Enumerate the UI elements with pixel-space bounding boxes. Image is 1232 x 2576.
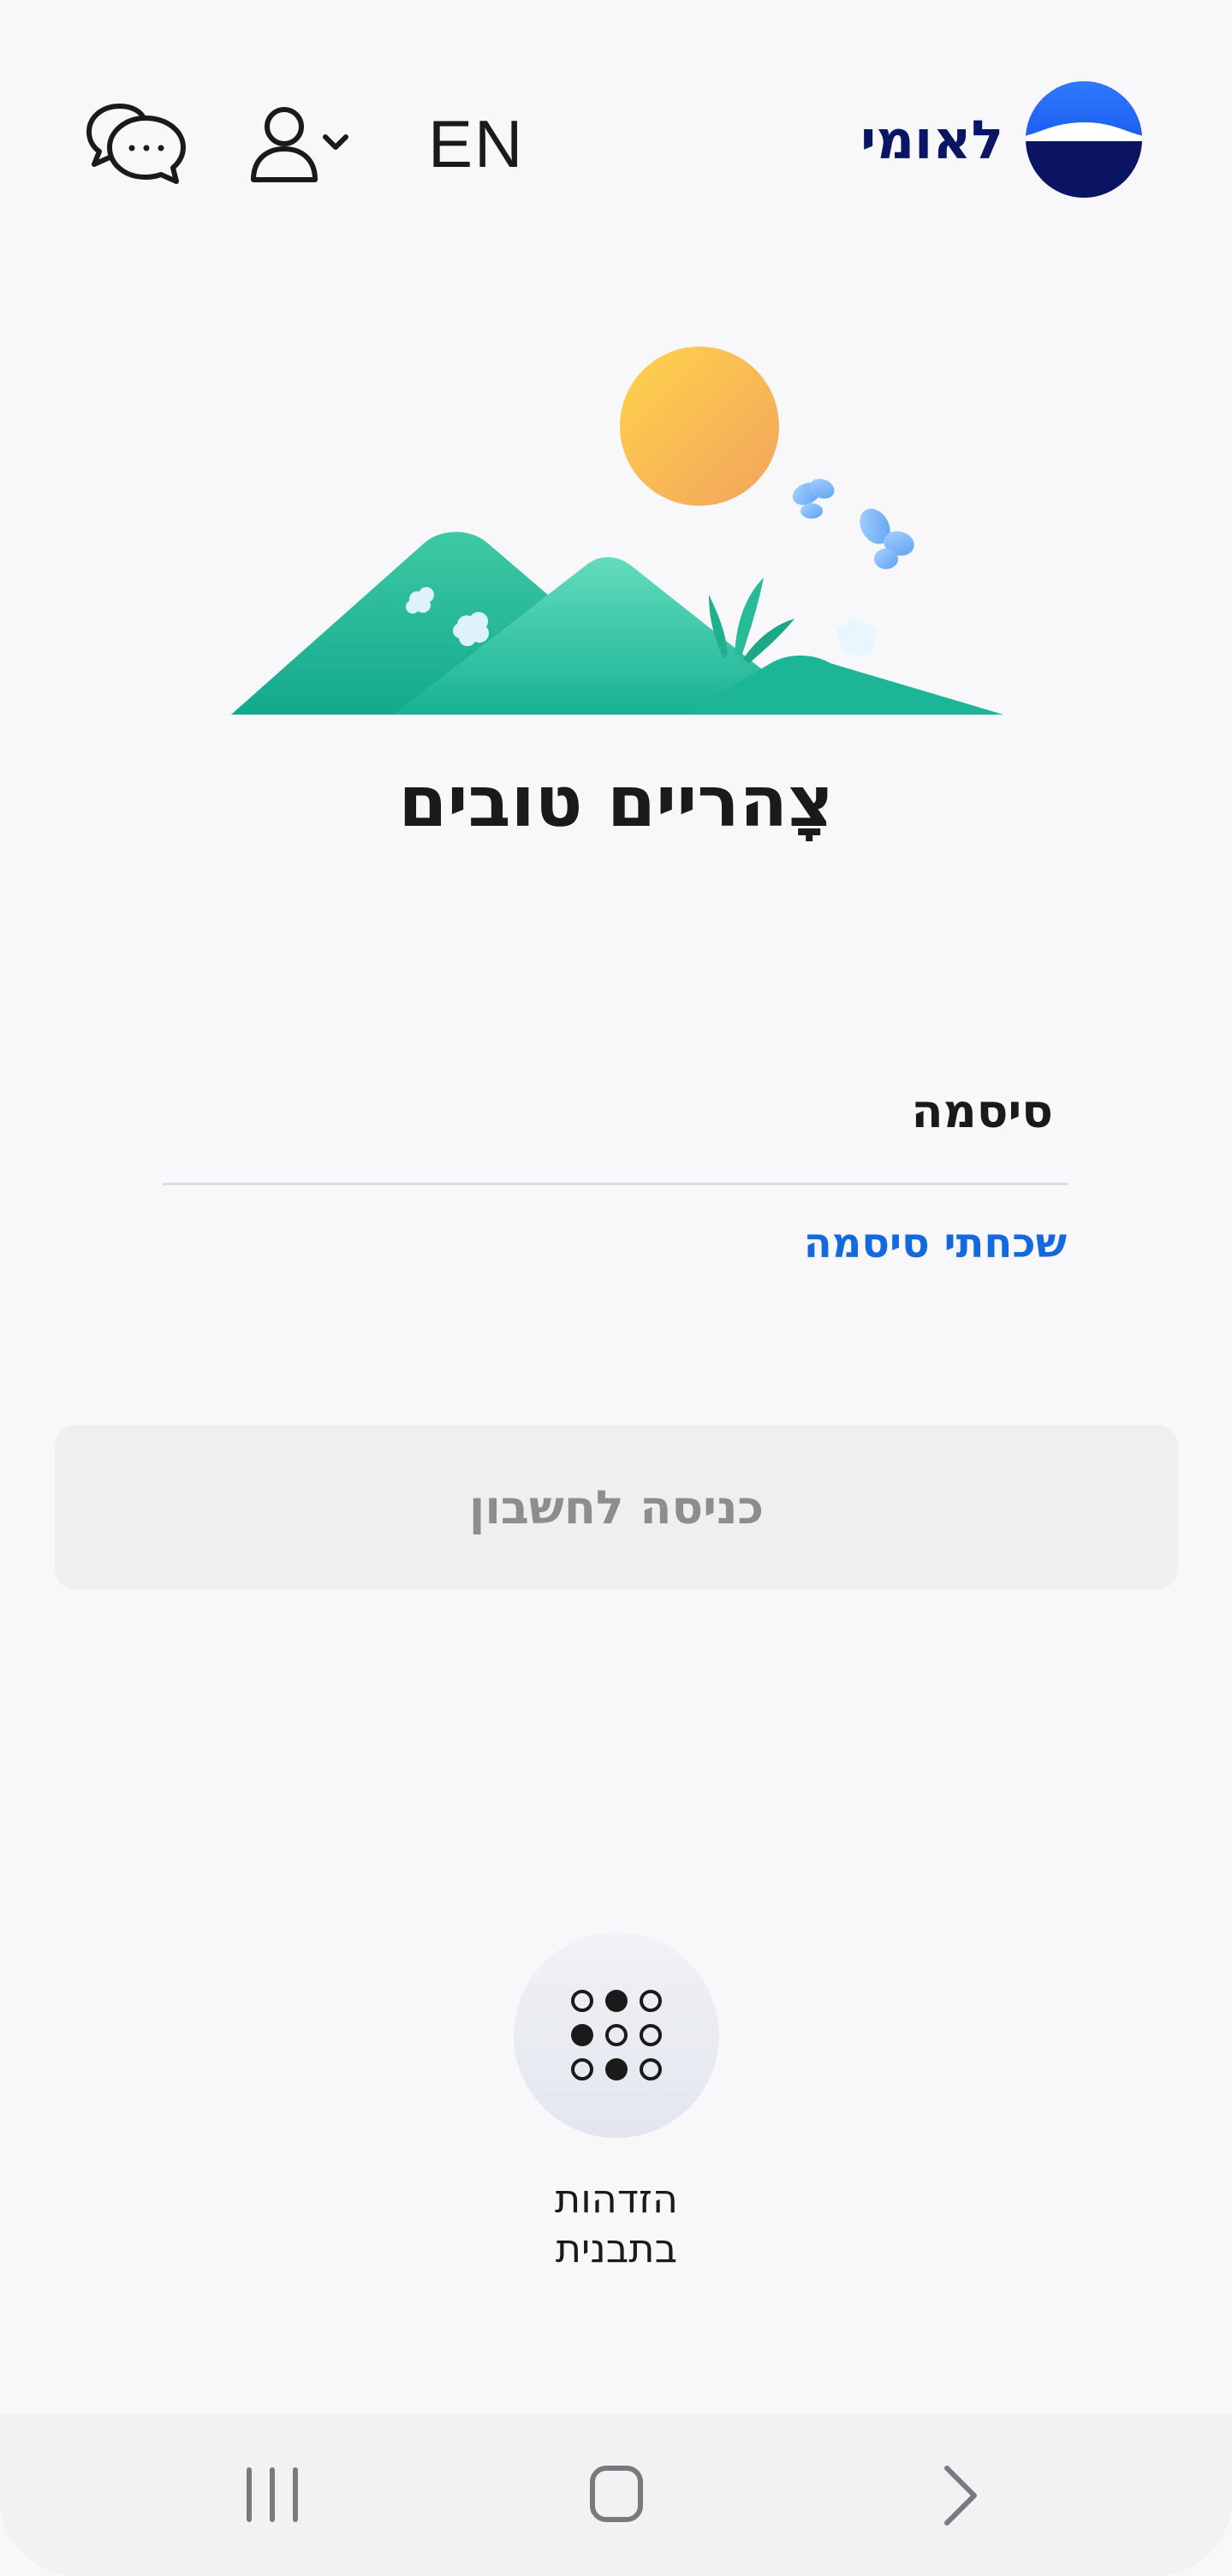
chevron-down-icon <box>323 134 348 150</box>
forgot-password-link[interactable]: שכחתי סיסמה <box>804 1220 1067 1267</box>
back-icon[interactable] <box>942 2463 981 2528</box>
user-icon[interactable] <box>247 101 366 187</box>
recent-apps-icon[interactable] <box>244 2466 301 2523</box>
pattern-login-label: הזדהות בתבנית <box>445 2174 788 2273</box>
password-field[interactable]: סיסמה <box>163 1074 1068 1185</box>
brand-name: לאומי <box>860 108 1003 171</box>
pattern-label-line1: הזדהות <box>555 2175 678 2222</box>
home-icon[interactable] <box>589 2463 644 2525</box>
language-toggle[interactable]: EN <box>428 101 524 187</box>
sun-icon <box>620 347 779 506</box>
chat-bubbles-icon[interactable] <box>82 94 193 188</box>
login-button[interactable]: כניסה לחשבון <box>55 1425 1178 1589</box>
login-screen: EN לאומי צָהריים טובים סיסמה שכחתי סיסמה… <box>0 0 1232 2576</box>
password-input[interactable] <box>163 1123 1068 1183</box>
pattern-label-line2: בתבנית <box>555 2225 678 2271</box>
greeting-title: צָהריים טובים <box>398 762 834 843</box>
pattern-grid-icon <box>571 1990 662 2080</box>
mountains-sun-illustration <box>231 347 1003 715</box>
system-nav-bar <box>0 2413 1232 2576</box>
pattern-login-button[interactable] <box>514 1932 719 2138</box>
leumi-logo-icon <box>1026 81 1142 198</box>
brand: לאומי <box>860 79 1144 200</box>
